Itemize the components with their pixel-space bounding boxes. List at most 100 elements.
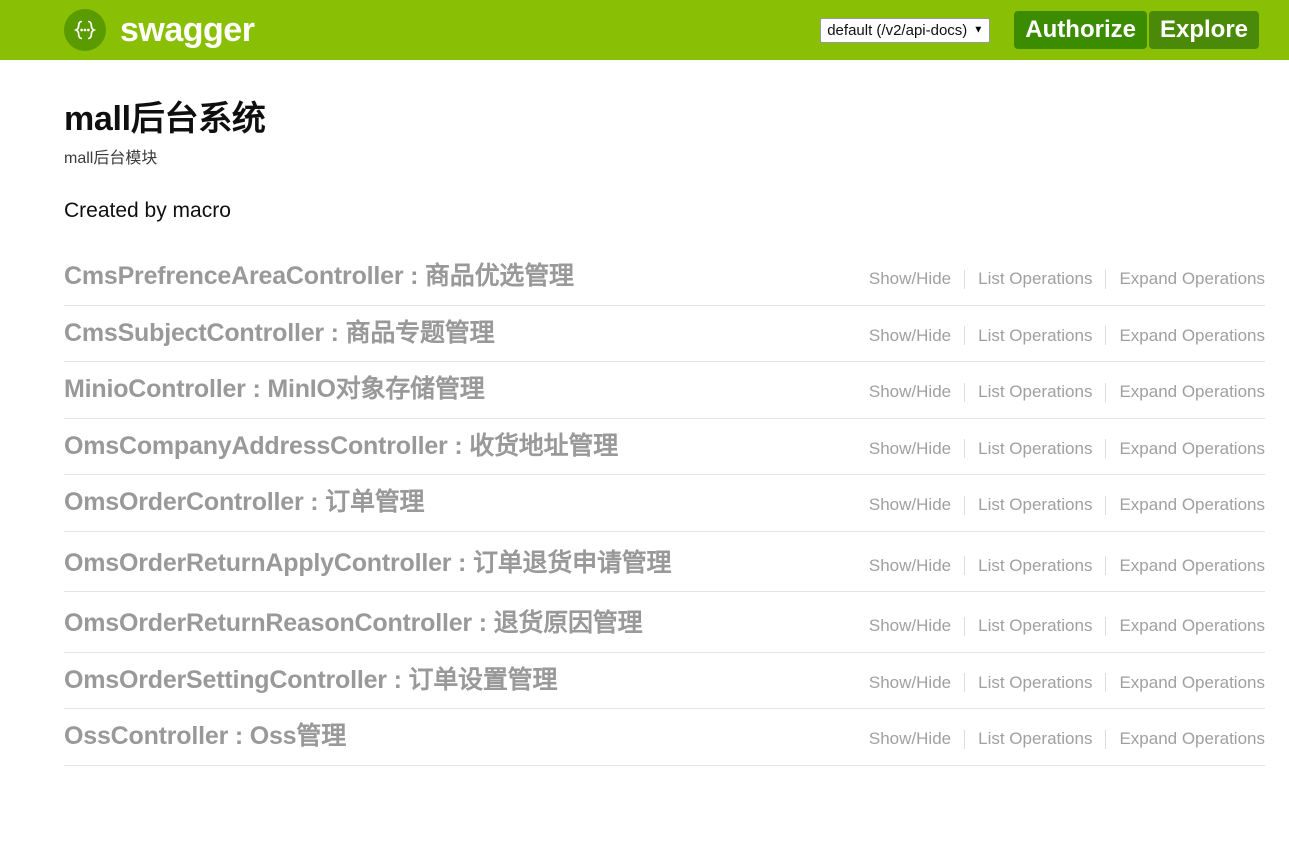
list-operations-link[interactable]: List Operations (978, 269, 1092, 289)
resource-title: 订单退货申请管理 (472, 548, 672, 577)
resource-option-item: Show/Hide (869, 495, 951, 515)
resource-option-item: Expand Operations (1092, 326, 1265, 346)
resource-row: MinioController : MinIO对象存储管理 Show/Hide Li… (64, 362, 1265, 419)
show-hide-link[interactable]: Show/Hide (869, 495, 951, 515)
resource-options: Show/Hide List Operations Expand Operation… (869, 326, 1265, 358)
resource-heading[interactable]: CmsSubjectController : 商品专题管理 (64, 306, 495, 362)
list-operations-link[interactable]: List Operations (978, 729, 1092, 749)
list-operations-link[interactable]: List Operations (978, 673, 1092, 693)
resource-option-item: Show/Hide (869, 556, 951, 576)
expand-operations-link[interactable]: Expand Operations (1119, 326, 1265, 346)
resource-controller-name: OssController (64, 722, 229, 751)
resource-option-item: Show/Hide (869, 729, 951, 749)
show-hide-link[interactable]: Show/Hide (869, 382, 951, 402)
resource-separator: : (451, 548, 473, 577)
resource-option-item: Expand Operations (1092, 495, 1265, 515)
resource-row: CmsSubjectController : 商品专题管理 Show/Hide Li… (64, 306, 1265, 363)
resource-separator: : (228, 722, 250, 751)
resource-heading[interactable]: OmsCompanyAddressController : 收货地址管理 (64, 419, 618, 475)
expand-operations-link[interactable]: Expand Operations (1119, 269, 1265, 289)
api-description: mall后台模块 (64, 150, 158, 168)
list-operations-link[interactable]: List Operations (978, 439, 1092, 459)
resource-row: OmsOrderSettingController : 订单设置管理 Show/H… (64, 653, 1265, 710)
resource-controller-name: OmsOrderSettingController (64, 665, 387, 694)
resource-separator: : (386, 665, 409, 694)
resource-options: Show/Hide List Operations Expand Operation… (869, 382, 1265, 414)
resource-heading[interactable]: OmsOrderReturnReasonController : 退货原因管理 (64, 596, 643, 652)
resource-controller-name: OmsOrderReturnApplyController (64, 548, 452, 577)
resource-option-item: List Operations (951, 439, 1092, 459)
expand-operations-link[interactable]: Expand Operations (1119, 729, 1265, 749)
show-hide-link[interactable]: Show/Hide (869, 326, 951, 346)
show-hide-link[interactable]: Show/Hide (869, 439, 951, 459)
api-spec-select[interactable]: default (/v2/api-docs) ▼ (820, 17, 991, 43)
expand-operations-link[interactable]: Expand Operations (1119, 382, 1265, 402)
resource-separator: : (303, 488, 326, 517)
show-hide-link[interactable]: Show/Hide (869, 673, 951, 693)
expand-operations-link[interactable]: Expand Operations (1119, 556, 1265, 576)
resource-option-item: Show/Hide (869, 326, 951, 346)
resource-option-item: Expand Operations (1092, 439, 1265, 459)
api-created-by: Created by macro (64, 198, 231, 222)
explore-button[interactable]: Explore (1148, 11, 1259, 49)
resource-controller-name: CmsPrefrenceAreaController (64, 262, 404, 291)
expand-operations-link[interactable]: Expand Operations (1119, 673, 1265, 693)
resource-heading[interactable]: OssController : Oss管理 (64, 709, 346, 765)
resource-option-item: Show/Hide (869, 616, 951, 636)
expand-operations-link[interactable]: Expand Operations (1119, 616, 1265, 636)
resource-heading[interactable]: OmsOrderSettingController : 订单设置管理 (64, 653, 557, 709)
resource-options: Show/Hide List Operations Expand Operation… (869, 269, 1265, 301)
resource-heading[interactable]: OmsOrderReturnApplyController : 订单退货申请管理 (64, 536, 672, 592)
resource-option-item: List Operations (951, 729, 1092, 749)
resource-controller-name: OmsOrderReturnReasonController (64, 609, 472, 638)
resource-controller-name: OmsOrderController (64, 488, 304, 517)
page-title: mall后台系统 (64, 100, 266, 138)
brand[interactable]: swagger (64, 9, 255, 51)
resource-controller-name: CmsSubjectController (64, 318, 324, 347)
resource-options: Show/Hide List Operations Expand Operation… (869, 532, 1265, 588)
resource-title: 收货地址管理 (469, 431, 619, 460)
expand-operations-link[interactable]: Expand Operations (1119, 495, 1265, 515)
resource-heading[interactable]: CmsPrefrenceAreaController : 商品优选管理 (64, 249, 574, 305)
list-operations-link[interactable]: List Operations (978, 616, 1092, 636)
resource-option-item: Expand Operations (1092, 616, 1265, 636)
resource-row: CmsPrefrenceAreaController : 商品优选管理 Show/… (64, 249, 1265, 306)
resource-row: OmsOrderReturnApplyController : 订单退货申请管理… (64, 532, 1265, 593)
resource-title: 订单管理 (325, 488, 425, 517)
resource-option-item: Expand Operations (1092, 269, 1265, 289)
resource-option-item: List Operations (951, 382, 1092, 402)
chevron-down-icon: ▼ (973, 24, 984, 36)
resource-title: Oss管理 (249, 722, 346, 751)
show-hide-link[interactable]: Show/Hide (869, 556, 951, 576)
list-operations-link[interactable]: List Operations (978, 326, 1092, 346)
resource-row: OssController : Oss管理 Show/Hide List Opera… (64, 709, 1265, 766)
list-operations-link[interactable]: List Operations (978, 556, 1092, 576)
list-operations-link[interactable]: List Operations (978, 495, 1092, 515)
resource-option-item: Show/Hide (869, 382, 951, 402)
authorize-button[interactable]: Authorize (1014, 11, 1147, 49)
resource-separator: : (447, 431, 470, 460)
resource-options: Show/Hide List Operations Expand Operation… (869, 729, 1265, 761)
show-hide-link[interactable]: Show/Hide (869, 269, 951, 289)
resource-option-item: Expand Operations (1092, 556, 1265, 576)
resource-option-item: List Operations (951, 495, 1092, 515)
resource-option-item: List Operations (951, 269, 1092, 289)
resource-row: OmsOrderReturnReasonController : 退货原因管理 S… (64, 592, 1265, 653)
resource-options: Show/Hide List Operations Expand Operation… (869, 592, 1265, 648)
resource-options: Show/Hide List Operations Expand Operation… (869, 673, 1265, 705)
list-operations-link[interactable]: List Operations (978, 382, 1092, 402)
resource-controller-name: OmsCompanyAddressController (64, 431, 448, 460)
resource-option-item: Expand Operations (1092, 729, 1265, 749)
resource-option-item: Show/Hide (869, 439, 951, 459)
resource-heading[interactable]: MinioController : MinIO对象存储管理 (64, 362, 485, 418)
main-content: mall后台系统 mall后台模块 Created by macro CmsPr… (0, 60, 1289, 766)
resource-separator: : (471, 609, 494, 638)
show-hide-link[interactable]: Show/Hide (869, 729, 951, 749)
expand-operations-link[interactable]: Expand Operations (1119, 439, 1265, 459)
topbar: swagger default (/v2/api-docs) ▼ Authori… (0, 0, 1289, 60)
resource-heading[interactable]: OmsOrderController : 订单管理 (64, 475, 425, 531)
resource-option-item: List Operations (951, 556, 1092, 576)
show-hide-link[interactable]: Show/Hide (869, 616, 951, 636)
resource-option-item: Show/Hide (869, 673, 951, 693)
resource-options: Show/Hide List Operations Expand Operation… (869, 495, 1265, 527)
